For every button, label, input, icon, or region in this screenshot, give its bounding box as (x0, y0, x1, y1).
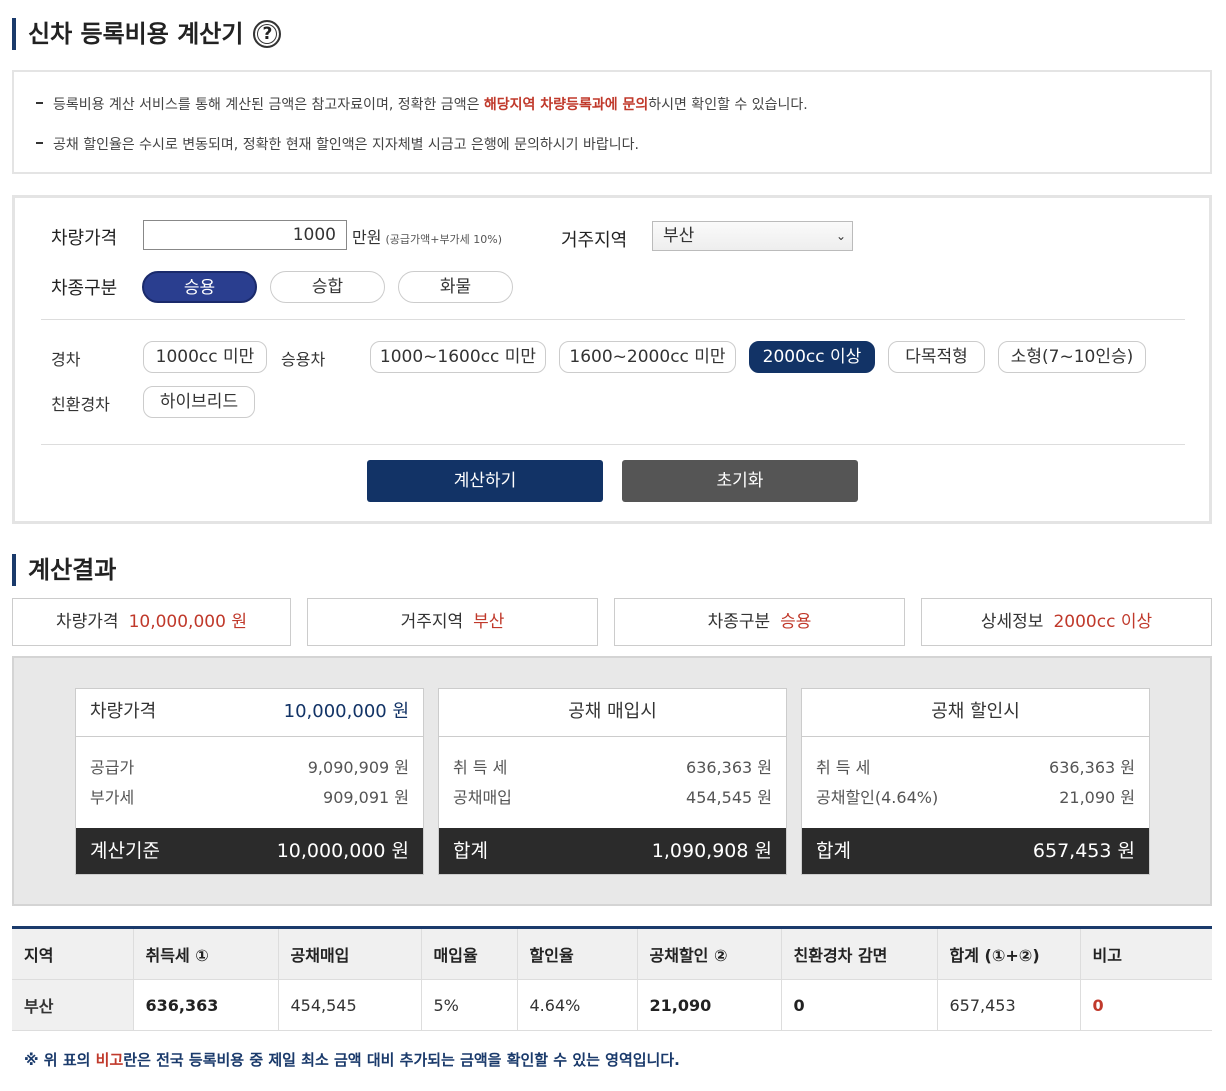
help-icon[interactable]: ? (253, 20, 282, 48)
eco-label: 친환경차 (51, 395, 110, 414)
table-header: 공채할인 ② (637, 927, 782, 980)
divider (41, 444, 1185, 445)
price-note: (공급가액+부가세 10%) (385, 233, 503, 246)
region-select-value: 부산 (663, 226, 695, 246)
option-multipurpose[interactable]: 다목적형 (888, 341, 985, 373)
table-cell: 657,453 (937, 979, 1081, 1031)
region-select[interactable]: 부산 ⌄ (652, 221, 853, 251)
summary-detail: 상세정보 2000cc 이상 (921, 598, 1212, 646)
price-input[interactable]: 1000 (143, 220, 347, 250)
option-2000cc-over[interactable]: 2000cc 이상 (749, 341, 875, 373)
price-card-footer: 계산기준 10,000,000 원 (76, 828, 423, 874)
calculate-button[interactable]: 계산하기 (367, 460, 603, 502)
result-cards-panel: 차량가격 10,000,000 원 공급가 9,090,909 원 부가세 909,0… (12, 656, 1212, 906)
option-1000-1600cc[interactable]: 1000~1600cc 미만 (370, 341, 546, 373)
card-row: 취 득 세 636,363 원 (816, 758, 1135, 777)
dash-icon (36, 142, 43, 144)
notice-box: 등록비용 계산 서비스를 통해 계산된 금액은 참고자료이며, 정확한 금액은 … (12, 70, 1212, 174)
calculator-form: 차량가격 1000 만원 (공급가액+부가세 10%) 거주지역 부산 ⌄ 차종구… (12, 195, 1212, 524)
dash-icon (36, 102, 43, 104)
table-cell: 0 (1080, 979, 1212, 1031)
price-label: 차량가격 (51, 228, 118, 249)
price-unit: 만원 (공급가액+부가세 10%) (352, 228, 503, 247)
table-cell: 부산 (12, 979, 134, 1031)
table-header: 비고 (1080, 927, 1212, 980)
passenger-label: 승용차 (281, 350, 326, 369)
type-option-passenger[interactable]: 승용 (142, 271, 257, 303)
chevron-down-icon: ⌄ (835, 229, 846, 243)
purchase-card: 공채 매입시 취 득 세 636,363 원 공채매입 454,545 원 합계 1,… (438, 688, 787, 875)
result-table: 지역 취득세 ① 공채매입 매입율 할인율 공채할인 ② 친환경차 감면 합계 … (12, 926, 1212, 1031)
table-cell: 636,363 (133, 979, 279, 1031)
type-label: 차종구분 (51, 278, 118, 299)
discount-card: 공채 할인시 취 득 세 636,363 원 공채할인(4.64%) 21,090 … (801, 688, 1150, 875)
page-title-block: 신차 등록비용 계산기 ? (12, 18, 282, 50)
type-option-truck[interactable]: 화물 (398, 271, 513, 303)
table-row: 부산 636,363 454,545 5% 4.64% 21,090 0 657… (12, 979, 1212, 1031)
result-title-block: 계산결과 (12, 554, 116, 586)
option-small-van[interactable]: 소형(7~10인승) (998, 341, 1146, 373)
card-row: 부가세 909,091 원 (90, 788, 409, 807)
table-cell: 4.64% (517, 979, 638, 1031)
divider (41, 319, 1185, 320)
table-header: 합계 (①+②) (937, 927, 1081, 980)
table-header: 할인율 (517, 927, 638, 980)
reset-button[interactable]: 초기화 (622, 460, 858, 502)
card-row: 취 득 세 636,363 원 (453, 758, 772, 777)
table-header: 취득세 ① (133, 927, 279, 980)
table-cell: 5% (421, 979, 518, 1031)
table-cell: 0 (781, 979, 938, 1031)
region-label: 거주지역 (561, 230, 628, 251)
table-cell: 21,090 (637, 979, 782, 1031)
table-header: 공채매입 (278, 927, 422, 980)
card-row: 공채할인(4.64%) 21,090 원 (816, 788, 1135, 807)
card-row: 공채매입 454,545 원 (453, 788, 772, 807)
result-title: 계산결과 (28, 556, 117, 584)
type-option-van[interactable]: 승합 (270, 271, 385, 303)
price-card: 차량가격 10,000,000 원 공급가 9,090,909 원 부가세 909,0… (75, 688, 424, 875)
discount-card-footer: 합계 657,453 원 (802, 828, 1149, 874)
notice-highlight: 해당지역 차량등록과에 문의 (483, 97, 649, 113)
compact-label: 경차 (51, 350, 81, 369)
footnote: ※ 위 표의 비고란은 전국 등록비용 중 제일 최소 금액 대비 추가되는 금… (24, 1051, 680, 1069)
table-header-row: 지역 취득세 ① 공채매입 매입율 할인율 공채할인 ② 친환경차 감면 합계 … (12, 927, 1212, 980)
summary-region: 거주지역 부산 (307, 598, 598, 646)
notice-line-1: 등록비용 계산 서비스를 통해 계산된 금액은 참고자료이며, 정확한 금액은 … (36, 94, 808, 114)
price-card-header: 차량가격 10,000,000 원 (76, 689, 423, 737)
purchase-card-header: 공채 매입시 (439, 689, 786, 737)
option-1000cc-under[interactable]: 1000cc 미만 (143, 341, 267, 373)
card-row: 공급가 9,090,909 원 (90, 758, 409, 777)
page-title: 신차 등록비용 계산기 (28, 20, 244, 48)
summary-type: 차종구분 승용 (614, 598, 905, 646)
option-1600-2000cc[interactable]: 1600~2000cc 미만 (559, 341, 736, 373)
table-cell: 454,545 (278, 979, 422, 1031)
discount-card-header: 공채 할인시 (802, 689, 1149, 737)
purchase-card-footer: 합계 1,090,908 원 (439, 828, 786, 874)
summary-price: 차량가격 10,000,000 원 (12, 598, 291, 646)
table-header: 친환경차 감면 (781, 927, 938, 980)
option-hybrid[interactable]: 하이브리드 (143, 386, 255, 418)
table-header: 매입율 (421, 927, 518, 980)
table-header: 지역 (12, 927, 134, 980)
notice-line-2: 공채 할인율은 수시로 변동되며, 정확한 현재 할인액은 지자체별 시금고 은… (36, 134, 639, 154)
